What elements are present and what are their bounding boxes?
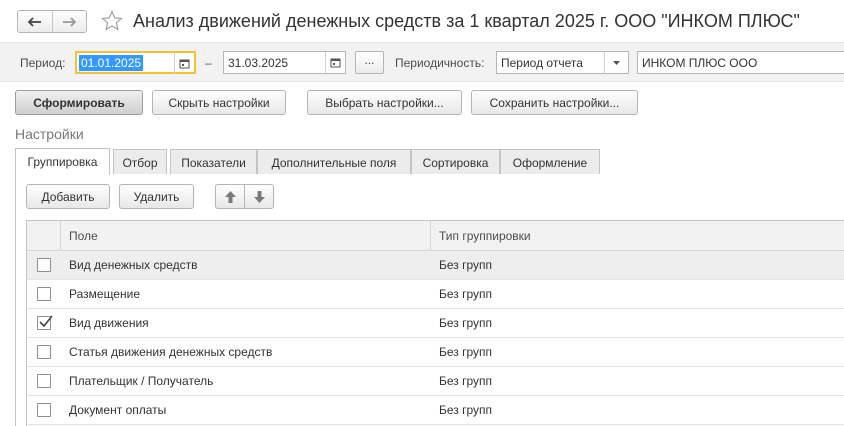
- table-row[interactable]: Вид денежных средств Без групп: [27, 251, 844, 280]
- date-from-calendar-button[interactable]: [174, 53, 194, 74]
- date-to-field[interactable]: 31.03.2025: [223, 51, 346, 74]
- move-down-button[interactable]: [244, 184, 274, 209]
- table-row[interactable]: Статья движения денежных средств Без гру…: [27, 338, 844, 367]
- table-row[interactable]: Плательщик / Получатель Без групп: [27, 367, 844, 396]
- periodicity-dropdown-button[interactable]: [604, 52, 628, 73]
- row-checkbox[interactable]: [37, 403, 51, 417]
- chevron-down-icon: [613, 60, 620, 65]
- arrow-right-icon: [63, 16, 77, 27]
- hide-settings-button[interactable]: Скрыть настройки: [152, 90, 286, 115]
- row-field: Вид денежных средств: [69, 258, 198, 272]
- row-checkbox[interactable]: [37, 345, 51, 359]
- save-settings-button[interactable]: Сохранить настройки...: [471, 90, 638, 115]
- move-up-button[interactable]: [215, 184, 245, 209]
- choose-settings-button[interactable]: Выбрать настройки...: [307, 90, 462, 115]
- periodicity-label: Периодичность:: [395, 56, 485, 70]
- tab-indicators[interactable]: Показатели: [170, 149, 257, 175]
- settings-tabs: Группировка Отбор Показатели Дополнитель…: [15, 148, 844, 175]
- forward-button[interactable]: [51, 11, 87, 32]
- delete-button[interactable]: Удалить: [119, 184, 194, 209]
- row-group-type[interactable]: Без групп: [439, 396, 492, 425]
- row-field: Статья движения денежных средств: [69, 345, 273, 359]
- row-checkbox[interactable]: [37, 287, 51, 301]
- table-header: Поле Тип группировки: [27, 221, 844, 251]
- date-to-value: 31.03.2025: [228, 55, 289, 70]
- table-row[interactable]: Размещение Без групп: [27, 280, 844, 309]
- add-button[interactable]: Добавить: [26, 184, 110, 209]
- favorite-button[interactable]: [100, 8, 124, 34]
- report-parameters: Период: 01.01.2025 – 31.03.2025 ... Пери…: [0, 42, 844, 82]
- tab-additional-fields[interactable]: Дополнительные поля: [257, 149, 411, 175]
- row-group-type[interactable]: Без групп: [439, 309, 492, 338]
- date-to-calendar-button[interactable]: [325, 52, 345, 73]
- table-row[interactable]: Вид движения Без групп: [27, 309, 844, 338]
- row-checkbox[interactable]: [37, 315, 53, 330]
- row-group-type[interactable]: Без групп: [439, 338, 492, 367]
- settings-title: Настройки: [15, 126, 84, 142]
- star-icon: [101, 10, 123, 31]
- date-from-field[interactable]: 01.01.2025: [75, 51, 196, 74]
- arrow-up-icon: [224, 190, 236, 203]
- date-separator: –: [205, 56, 212, 70]
- periodicity-value: Период отчета: [501, 55, 583, 70]
- check-icon: [39, 315, 53, 328]
- organization-value: ИНКОМ ПЛЮС ООО: [642, 55, 758, 70]
- back-button[interactable]: [18, 11, 52, 32]
- row-group-type[interactable]: Без групп: [439, 251, 492, 280]
- generate-button[interactable]: Сформировать: [15, 90, 143, 115]
- organization-field[interactable]: ИНКОМ ПЛЮС ООО: [637, 51, 844, 74]
- row-group-type[interactable]: Без групп: [439, 280, 492, 309]
- column-group-type[interactable]: Тип группировки: [431, 221, 531, 251]
- tab-filter[interactable]: Отбор: [113, 149, 167, 175]
- window-title: Анализ движений денежных средств за 1 кв…: [133, 11, 800, 31]
- row-group-type[interactable]: Без групп: [439, 367, 492, 396]
- table-row[interactable]: Документ оплаты Без групп: [27, 396, 844, 425]
- tab-grouping[interactable]: Группировка: [15, 148, 110, 175]
- select-period-button[interactable]: ...: [355, 51, 384, 74]
- row-field: Документ оплаты: [69, 403, 167, 417]
- arrow-left-icon: [27, 16, 41, 27]
- column-field[interactable]: Поле: [61, 221, 98, 251]
- calendar-icon: [179, 59, 190, 69]
- navigation-buttons: [17, 10, 87, 33]
- tab-appearance[interactable]: Оформление: [500, 149, 600, 175]
- calendar-icon: [330, 58, 341, 68]
- tab-sorting[interactable]: Сортировка: [411, 149, 500, 175]
- row-field: Вид движения: [69, 316, 149, 330]
- date-from-value: 01.01.2025: [79, 54, 144, 71]
- grouping-table: Поле Тип группировки Вид денежных средст…: [26, 220, 844, 426]
- arrow-down-icon: [253, 190, 265, 203]
- row-field: Плательщик / Получатель: [69, 374, 214, 388]
- title-bar: Анализ движений денежных средств за 1 кв…: [0, 0, 844, 42]
- periodicity-select[interactable]: Период отчета: [496, 51, 629, 74]
- row-checkbox[interactable]: [37, 374, 51, 388]
- row-field: Размещение: [69, 287, 140, 301]
- period-label: Период:: [20, 56, 66, 70]
- row-checkbox[interactable]: [37, 258, 51, 272]
